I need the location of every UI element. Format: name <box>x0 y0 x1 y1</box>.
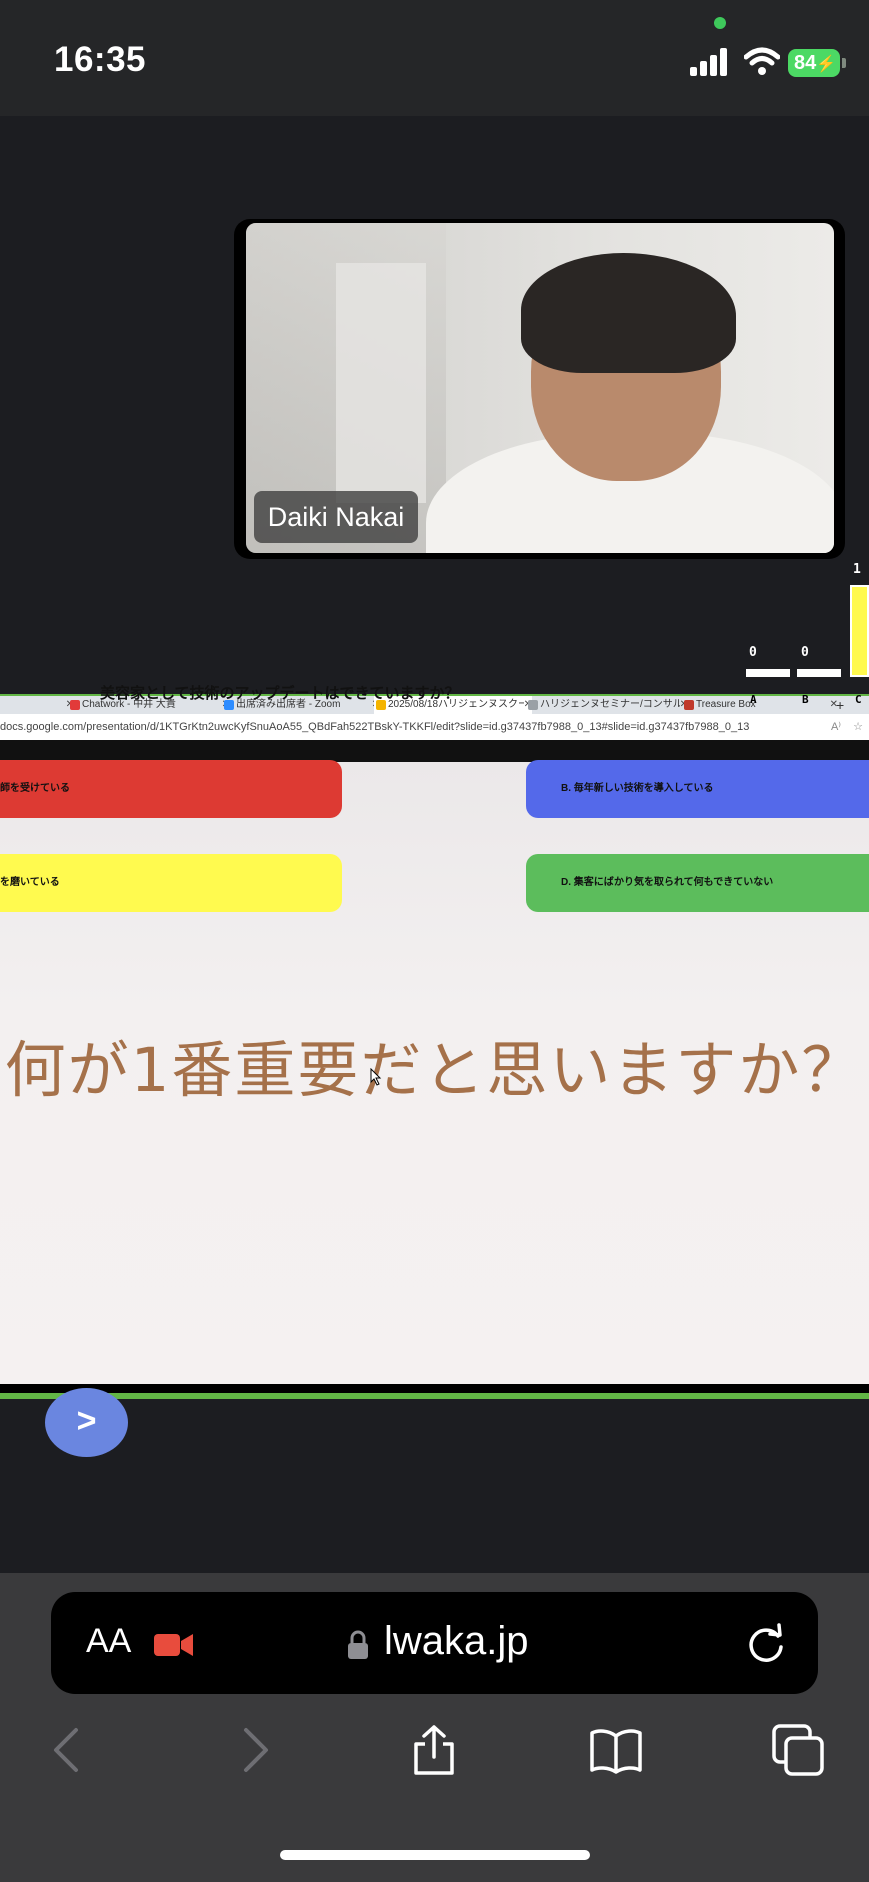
lock-icon <box>348 1630 368 1659</box>
status-time: 16:35 <box>54 40 147 79</box>
text-size-button[interactable]: AA <box>86 1622 131 1661</box>
score-column-label-a: A <box>750 693 757 706</box>
answer-option-b-text: B. 毎年新しい技術を導入している <box>561 783 714 794</box>
charging-icon: ⚡ <box>816 56 837 73</box>
treasure-box-icon <box>684 700 694 710</box>
score-count-right: 0 <box>801 645 809 660</box>
score-column-label-c: C <box>855 693 862 706</box>
browser-tab[interactable]: ✕ <box>0 696 74 714</box>
sheet-icon <box>528 700 538 710</box>
answer-option-c: を磨いている <box>0 854 342 912</box>
battery-indicator: 84⚡ <box>788 49 840 77</box>
answer-option-d: D. 集客にばかり気を取られて何もできていない <box>526 854 869 912</box>
share-icon[interactable] <box>408 1724 460 1776</box>
reload-icon[interactable] <box>744 1622 788 1666</box>
score-bar-yellow <box>850 585 869 677</box>
score-column-label-b: B <box>802 693 809 706</box>
score-count-left: 0 <box>749 645 757 660</box>
overlay-question-text: 美容家として技術のアップデートはできていますか？ <box>100 685 460 702</box>
video-background-panel <box>336 263 426 503</box>
battery-tip <box>842 58 846 68</box>
participant-hair <box>521 253 736 373</box>
next-slide-button[interactable]: > <box>45 1388 128 1457</box>
read-aloud-icon[interactable]: A⁾ <box>831 714 841 740</box>
camera-in-use-indicator <box>714 17 726 29</box>
home-indicator[interactable] <box>280 1850 590 1860</box>
browser-url: docs.google.com/presentation/d/1KTGrKtn2… <box>0 721 750 733</box>
wifi-icon <box>744 47 780 75</box>
answer-option-c-text: を磨いている <box>0 877 60 888</box>
camera-recording-icon[interactable] <box>154 1632 194 1658</box>
answer-option-b: B. 毎年新しい技術を導入している <box>526 760 869 818</box>
browser-tab[interactable]: Treasure Box ✕ <box>682 696 838 714</box>
cellular-signal-icon <box>690 46 730 76</box>
browser-address-bar[interactable]: docs.google.com/presentation/d/1KTGrKtn2… <box>0 714 869 740</box>
chatwork-icon <box>70 700 80 710</box>
shared-screen-border-bottom <box>0 1393 869 1399</box>
participant-name-tag: Daiki Nakai <box>254 491 418 543</box>
back-icon[interactable] <box>42 1724 94 1776</box>
answer-option-a: 師を受けている <box>0 760 342 818</box>
answer-option-a-text: 師を受けている <box>0 783 70 794</box>
battery-level: 84 <box>794 52 817 74</box>
favorite-star-icon[interactable]: ☆ <box>853 714 863 740</box>
browser-tab[interactable]: ハリジェンヌセミナー/コンサル/受✕ <box>526 696 688 714</box>
forward-icon[interactable] <box>228 1724 280 1776</box>
tab-label: ハリジェンヌセミナー/コンサル/受 <box>540 699 688 710</box>
safari-url[interactable]: lwaka.jp <box>384 1619 529 1664</box>
score-top-label: 1 <box>853 562 861 577</box>
score-bar-left <box>746 669 790 677</box>
score-bar-right <box>797 669 841 677</box>
slide-top-edge <box>0 740 869 762</box>
mouse-cursor-icon <box>370 1068 382 1086</box>
tabs-icon[interactable] <box>772 1724 824 1776</box>
slide-question: 何が1番重要だと思いますか？ <box>4 1035 865 1106</box>
answer-option-d-text: D. 集客にばかり気を取られて何もできていない <box>561 877 774 888</box>
bookmarks-icon[interactable] <box>590 1724 642 1776</box>
tab-label: Treasure Box <box>696 699 756 710</box>
